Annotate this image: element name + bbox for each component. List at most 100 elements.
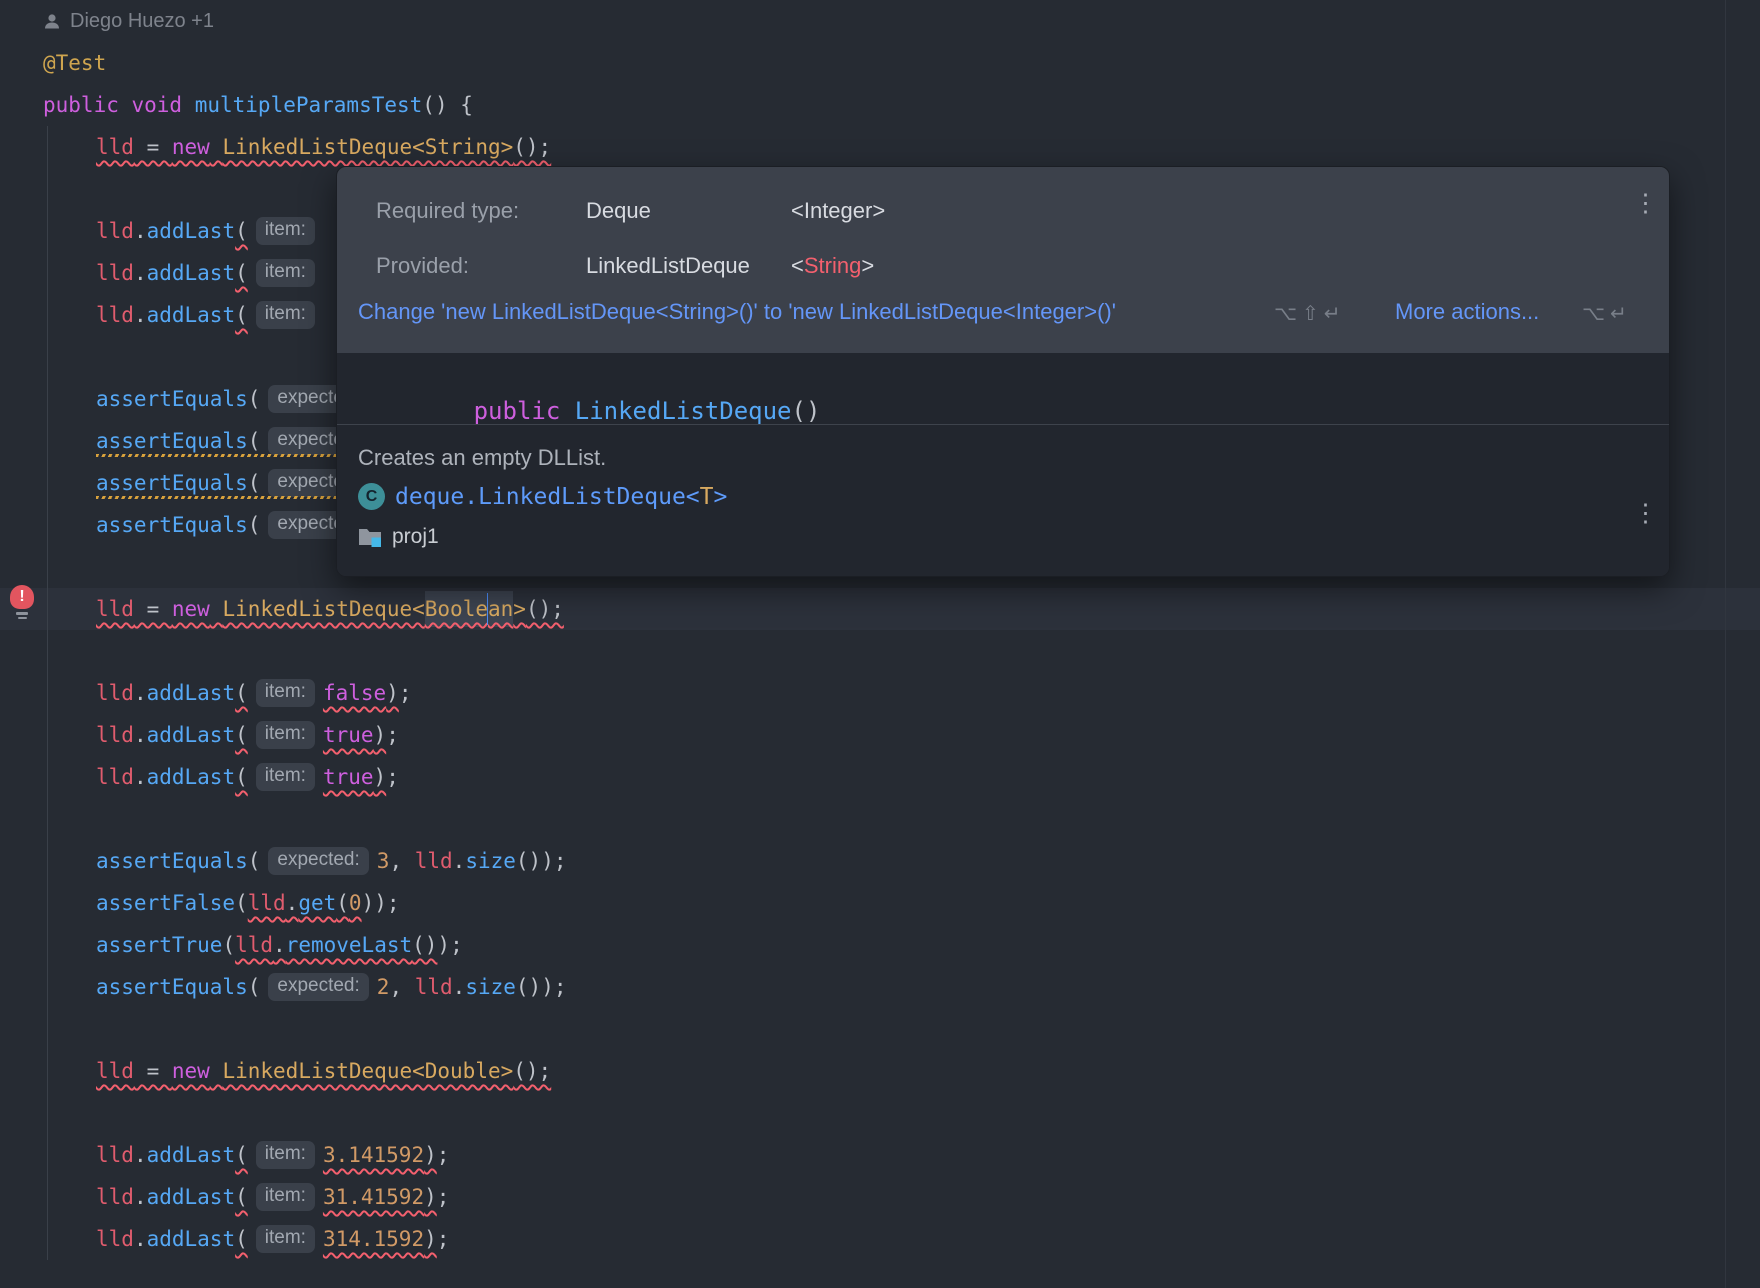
code-line[interactable]: public void multipleParamsTest() { [43, 84, 473, 126]
provided-type-label: Provided: [376, 253, 586, 279]
code-token: addLast [147, 261, 236, 285]
code-token: addLast [147, 723, 236, 747]
code-token: . [134, 681, 147, 705]
code-line[interactable]: lld.addLast(item: [96, 252, 323, 294]
code-line[interactable]: lld.addLast(item:314.1592); [96, 1218, 449, 1260]
quickfix-change-link[interactable]: Change 'new LinkedListDeque<String>()' t… [358, 299, 1116, 325]
code-token: lld [96, 597, 134, 621]
code-token: ()); [516, 975, 567, 999]
code-token: ( [235, 219, 248, 243]
code-token: ( [235, 723, 248, 747]
code-token: lld [96, 219, 134, 243]
code-line[interactable]: lld.addLast(item:31.41592); [96, 1176, 449, 1218]
code-token: ); [437, 933, 462, 957]
provided-type-row: Provided: LinkedListDeque <String> [376, 251, 874, 281]
code-line[interactable]: lld = new LinkedListDeque<String>(); [96, 126, 551, 168]
code-line[interactable]: assertTrue(lld.removeLast()); [96, 924, 463, 966]
code-line[interactable]: lld.addLast(item: [96, 210, 323, 252]
class-reference[interactable]: deque.LinkedListDeque<T> [395, 484, 727, 510]
more-actions-link[interactable]: More actions... [1395, 299, 1539, 325]
code-token: an [488, 591, 513, 627]
section-divider [337, 424, 1669, 425]
warning-squiggle [96, 454, 346, 457]
code-token: lld [96, 1143, 134, 1167]
required-type-generic: <Integer> [791, 198, 885, 224]
quickfix-shortcut-icons: ⌥⇧↵ [1274, 301, 1346, 326]
code-token: lld [96, 135, 134, 159]
inlay-hint-chip: expected: [268, 847, 368, 875]
code-token: 3 [377, 849, 390, 873]
inlay-hint-chip: item: [256, 721, 315, 749]
code-token: ( [248, 849, 261, 873]
code-token: ) [424, 1185, 437, 1209]
code-token: assertEquals [96, 975, 248, 999]
code-token: ) [374, 723, 387, 747]
class-ref-suffix: > [714, 484, 728, 510]
more-actions-shortcut-icons: ⌥↵ [1582, 301, 1632, 326]
code-token: 0 [349, 891, 362, 915]
code-token: (); [513, 1059, 551, 1083]
code-line[interactable]: @Test [43, 42, 106, 84]
code-token: get [298, 891, 336, 915]
code-token: addLast [147, 219, 236, 243]
code-token: ( [248, 387, 261, 411]
code-token: . [453, 975, 466, 999]
code-token: assertEquals [96, 513, 248, 537]
code-token: . [134, 1227, 147, 1251]
error-tooltip-popup: Required type: Deque <Integer> Provided:… [336, 166, 1670, 577]
code-line[interactable]: lld.addLast(item:true); [96, 714, 399, 756]
error-bulb-icon[interactable]: ! [9, 585, 35, 621]
code-line[interactable]: assertEquals(expected:2, lld.size()); [96, 966, 566, 1008]
doc-description: Creates an empty DLList. [358, 445, 606, 471]
code-line[interactable]: assertEquals(expected: [96, 378, 377, 420]
module-folder-icon [358, 526, 382, 548]
code-token: assertFalse [96, 891, 235, 915]
code-token: assertEquals [96, 471, 248, 495]
code-token: true [323, 723, 374, 747]
code-line[interactable]: assertEquals(expected:3, lld.size()); [96, 840, 566, 882]
code-line[interactable]: assertFalse(lld.get(0)); [96, 882, 400, 924]
code-token: size [465, 975, 516, 999]
class-reference-row: C deque.LinkedListDeque<T> [358, 483, 727, 510]
generic-close: > [861, 253, 874, 278]
code-token: lld [96, 1227, 134, 1251]
code-token: true [323, 765, 374, 789]
code-line[interactable]: lld.addLast(item:3.141592); [96, 1134, 449, 1176]
quickfix-action-row: Change 'new LinkedListDeque<String>()' t… [337, 299, 1669, 333]
code-token: ( [235, 765, 248, 789]
inlay-hint-chip: item: [256, 679, 315, 707]
code-token [210, 135, 223, 159]
code-line[interactable]: lld.addLast(item: [96, 294, 323, 336]
code-token: addLast [147, 303, 236, 327]
generic-open: < [791, 253, 804, 278]
code-token: public void [43, 93, 195, 117]
module-name: proj1 [392, 525, 439, 549]
code-token: . [273, 933, 286, 957]
warning-squiggle [96, 496, 346, 499]
code-token: (); [513, 135, 551, 159]
code-token: assertEquals [96, 387, 248, 411]
error-tooltip-header: Required type: Deque <Integer> Provided:… [337, 167, 1669, 353]
code-token: assertEquals [96, 849, 248, 873]
code-token: ; [386, 765, 399, 789]
code-token: lld [96, 681, 134, 705]
signature-keyword: public [474, 397, 575, 425]
signature-params: () [792, 397, 821, 425]
code-token: new [172, 597, 210, 621]
code-line[interactable]: lld.addLast(item:true); [96, 756, 399, 798]
popup-kebab-menu-bottom[interactable]: ⋮ [1633, 501, 1655, 526]
provided-generic-type-error: String [804, 253, 861, 278]
code-line[interactable]: lld = new LinkedListDeque<Double>(); [96, 1050, 551, 1092]
module-row: proj1 [358, 525, 439, 549]
code-token [210, 597, 223, 621]
code-token: lld [96, 303, 134, 327]
code-token: lld [96, 723, 134, 747]
signature-name: LinkedListDeque [575, 397, 792, 425]
code-line[interactable]: lld = new LinkedListDeque<Boolean>(); [96, 588, 564, 630]
inlay-hint-chip: item: [256, 763, 315, 791]
popup-kebab-menu-top[interactable]: ⋮ [1633, 191, 1655, 216]
bulb-base [18, 617, 27, 620]
code-line[interactable]: assertEquals(expected: [96, 504, 377, 546]
inlay-hint-chip: item: [256, 1183, 315, 1211]
code-line[interactable]: lld.addLast(item:false); [96, 672, 411, 714]
